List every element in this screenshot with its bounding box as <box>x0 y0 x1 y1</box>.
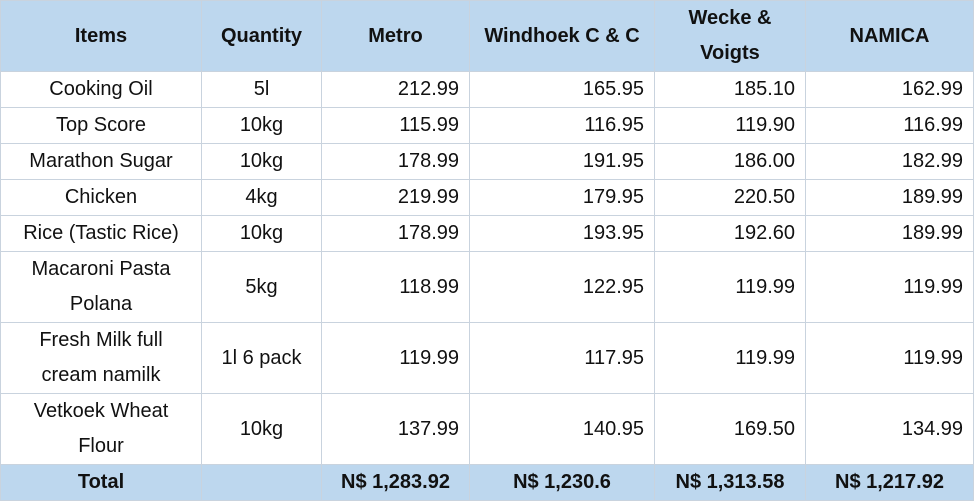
column-header-namica: NAMICA <box>805 0 974 72</box>
table-row: Marathon Sugar 10kg 178.99 191.95 186.00… <box>0 143 974 180</box>
price-cell-namica: 134.99 <box>805 393 974 465</box>
column-header-quantity: Quantity <box>201 0 322 72</box>
price-cell-windhoek: 117.95 <box>469 322 655 394</box>
item-label: Vetkoek Wheat Flour <box>33 400 169 457</box>
item-cell: Vetkoek Wheat Flour <box>0 393 202 465</box>
price-cell-wecke-voigts: 185.10 <box>654 71 806 108</box>
price-cell-metro: 178.99 <box>321 215 470 252</box>
column-header-metro: Metro <box>321 0 470 72</box>
item-label: Fresh Milk full cream namilk <box>39 329 163 386</box>
table-row: Vetkoek Wheat Flour 10kg 137.99 140.95 1… <box>0 393 974 465</box>
price-cell-metro: 115.99 <box>321 107 470 144</box>
quantity-cell: 10kg <box>201 393 322 465</box>
item-cell: Top Score <box>0 107 202 144</box>
item-cell: Cooking Oil <box>0 71 202 108</box>
price-cell-windhoek: 193.95 <box>469 215 655 252</box>
price-comparison-table: Items Quantity Metro Windhoek C & C Weck… <box>0 0 974 501</box>
quantity-cell: 4kg <box>201 179 322 216</box>
price-cell-wecke-voigts: 119.99 <box>654 322 806 394</box>
price-cell-metro: 219.99 <box>321 179 470 216</box>
price-cell-metro: 137.99 <box>321 393 470 465</box>
price-cell-wecke-voigts: 169.50 <box>654 393 806 465</box>
total-quantity-empty <box>201 464 322 501</box>
price-cell-wecke-voigts: 192.60 <box>654 215 806 252</box>
price-cell-metro: 118.99 <box>321 251 470 323</box>
price-cell-metro: 178.99 <box>321 143 470 180</box>
price-cell-metro: 212.99 <box>321 71 470 108</box>
price-cell-namica: 116.99 <box>805 107 974 144</box>
table-row: Cooking Oil 5l 212.99 165.95 185.10 162.… <box>0 71 974 108</box>
quantity-cell: 10kg <box>201 107 322 144</box>
price-cell-windhoek: 140.95 <box>469 393 655 465</box>
price-cell-windhoek: 122.95 <box>469 251 655 323</box>
quantity-cell: 1l 6 pack <box>201 322 322 394</box>
item-cell: Macaroni Pasta Polana <box>0 251 202 323</box>
price-cell-namica: 119.99 <box>805 322 974 394</box>
total-row: Total N$ 1,283.92 N$ 1,230.6 N$ 1,313.58… <box>0 464 974 501</box>
price-cell-windhoek: 179.95 <box>469 179 655 216</box>
price-cell-metro: 119.99 <box>321 322 470 394</box>
table-row: Fresh Milk full cream namilk 1l 6 pack 1… <box>0 322 974 394</box>
price-cell-windhoek: 165.95 <box>469 71 655 108</box>
quantity-cell: 5kg <box>201 251 322 323</box>
price-cell-namica: 182.99 <box>805 143 974 180</box>
price-cell-windhoek: 116.95 <box>469 107 655 144</box>
price-cell-namica: 119.99 <box>805 251 974 323</box>
price-cell-wecke-voigts: 119.90 <box>654 107 806 144</box>
quantity-cell: 10kg <box>201 215 322 252</box>
header-row: Items Quantity Metro Windhoek C & C Weck… <box>0 0 974 72</box>
quantity-cell: 5l <box>201 71 322 108</box>
column-header-windhoek: Windhoek C & C <box>469 0 655 72</box>
item-cell: Chicken <box>0 179 202 216</box>
column-header-items: Items <box>0 0 202 72</box>
total-windhoek: N$ 1,230.6 <box>469 464 655 501</box>
column-header-wecke-voigts: Wecke & Voigts <box>654 0 806 72</box>
price-cell-wecke-voigts: 186.00 <box>654 143 806 180</box>
item-cell: Rice (Tastic Rice) <box>0 215 202 252</box>
total-label: Total <box>0 464 202 501</box>
price-cell-wecke-voigts: 119.99 <box>654 251 806 323</box>
total-wecke-voigts: N$ 1,313.58 <box>654 464 806 501</box>
item-label: Macaroni Pasta Polana <box>31 258 171 315</box>
price-cell-wecke-voigts: 220.50 <box>654 179 806 216</box>
table-row: Top Score 10kg 115.99 116.95 119.90 116.… <box>0 107 974 144</box>
table-row: Rice (Tastic Rice) 10kg 178.99 193.95 19… <box>0 215 974 252</box>
table-row: Macaroni Pasta Polana 5kg 118.99 122.95 … <box>0 251 974 323</box>
price-cell-namica: 189.99 <box>805 215 974 252</box>
quantity-cell: 10kg <box>201 143 322 180</box>
total-namica: N$ 1,217.92 <box>805 464 974 501</box>
item-cell: Marathon Sugar <box>0 143 202 180</box>
total-metro: N$ 1,283.92 <box>321 464 470 501</box>
item-cell: Fresh Milk full cream namilk <box>0 322 202 394</box>
price-cell-namica: 189.99 <box>805 179 974 216</box>
price-cell-namica: 162.99 <box>805 71 974 108</box>
table-row: Chicken 4kg 219.99 179.95 220.50 189.99 <box>0 179 974 216</box>
price-cell-windhoek: 191.95 <box>469 143 655 180</box>
